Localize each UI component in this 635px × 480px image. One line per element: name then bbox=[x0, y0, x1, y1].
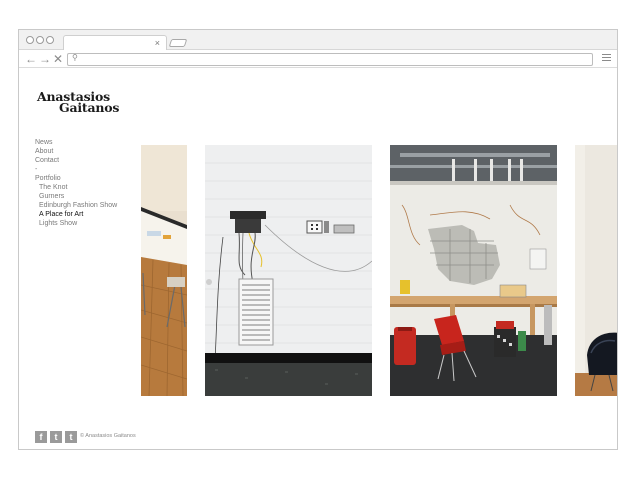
nav-portfolio[interactable]: Portfolio bbox=[35, 174, 117, 183]
workshop-floor-image bbox=[141, 145, 187, 396]
browser-window: × ← → ✕ ⚲ Anastasios Gaitanos News About… bbox=[18, 29, 618, 450]
twitter-icon[interactable]: t bbox=[50, 431, 62, 443]
new-tab-button[interactable] bbox=[168, 39, 188, 47]
nav-item-gurners[interactable]: Gurners bbox=[35, 192, 117, 201]
gallery-photo-workshop-floor[interactable] bbox=[141, 145, 187, 396]
site-navigation: News About Contact - Portfolio The Knot … bbox=[35, 138, 117, 228]
nav-contact[interactable]: Contact bbox=[35, 156, 117, 165]
address-bar[interactable]: ⚲ bbox=[67, 53, 593, 66]
studio-workbench-image bbox=[390, 145, 557, 396]
minimize-window-button[interactable] bbox=[36, 36, 44, 44]
browser-toolbar: ← → ✕ ⚲ bbox=[19, 50, 617, 68]
nav-item-lights-show[interactable]: Lights Show bbox=[35, 219, 117, 228]
forward-arrow-icon[interactable]: → bbox=[39, 51, 51, 67]
browser-tab[interactable]: × bbox=[63, 35, 167, 51]
nav-separator: - bbox=[35, 166, 38, 173]
tab-close-icon[interactable]: × bbox=[155, 37, 160, 49]
gallery-photo-chair-corner[interactable] bbox=[575, 145, 617, 396]
nav-item-a-place-for-art[interactable]: A Place for Art bbox=[35, 210, 117, 219]
gallery-photo-white-wall-wires[interactable] bbox=[205, 145, 372, 396]
maximize-window-button[interactable] bbox=[46, 36, 54, 44]
menu-icon[interactable] bbox=[602, 54, 611, 62]
search-icon: ⚲ bbox=[72, 53, 78, 62]
browser-titlebar: × bbox=[19, 30, 617, 51]
gallery-photo-studio-workbench[interactable] bbox=[390, 145, 557, 396]
back-arrow-icon[interactable]: ← bbox=[25, 51, 37, 67]
white-wall-wires-image bbox=[205, 145, 372, 396]
facebook-icon[interactable]: f bbox=[35, 431, 47, 443]
website-page: Anastasios Gaitanos News About Contact -… bbox=[19, 69, 617, 449]
nav-news[interactable]: News bbox=[35, 138, 117, 147]
nav-item-edinburgh-fashion-show[interactable]: Edinburgh Fashion Show bbox=[35, 201, 117, 210]
close-window-button[interactable] bbox=[26, 36, 34, 44]
site-logo[interactable]: Anastasios Gaitanos bbox=[37, 90, 127, 114]
copyright-text: © Anastasios Gaitanos bbox=[80, 433, 136, 439]
stop-icon[interactable]: ✕ bbox=[53, 51, 63, 67]
tumblr-icon[interactable]: t bbox=[65, 431, 77, 443]
nav-item-the-knot[interactable]: The Knot bbox=[35, 183, 117, 192]
nav-about[interactable]: About bbox=[35, 147, 117, 156]
chair-corner-image bbox=[575, 145, 617, 396]
